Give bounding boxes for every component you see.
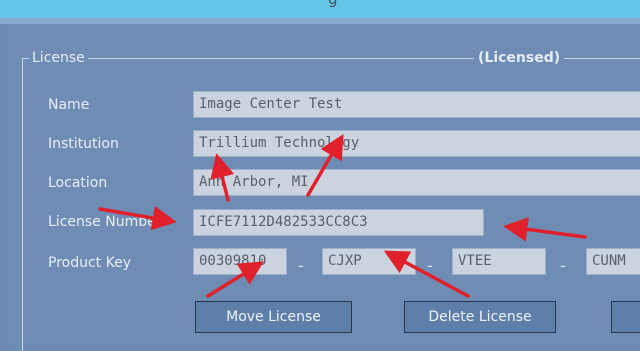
arrow-to-key-part-2 bbox=[383, 250, 470, 298]
arrow-to-key-part-1 bbox=[206, 261, 264, 298]
arrow-to-license-label bbox=[98, 205, 177, 231]
arrow-to-license-field bbox=[503, 217, 587, 242]
arrow-to-institution-2 bbox=[306, 133, 344, 197]
arrow-to-institution-1 bbox=[210, 153, 235, 202]
annotation-arrows bbox=[98, 133, 587, 298]
